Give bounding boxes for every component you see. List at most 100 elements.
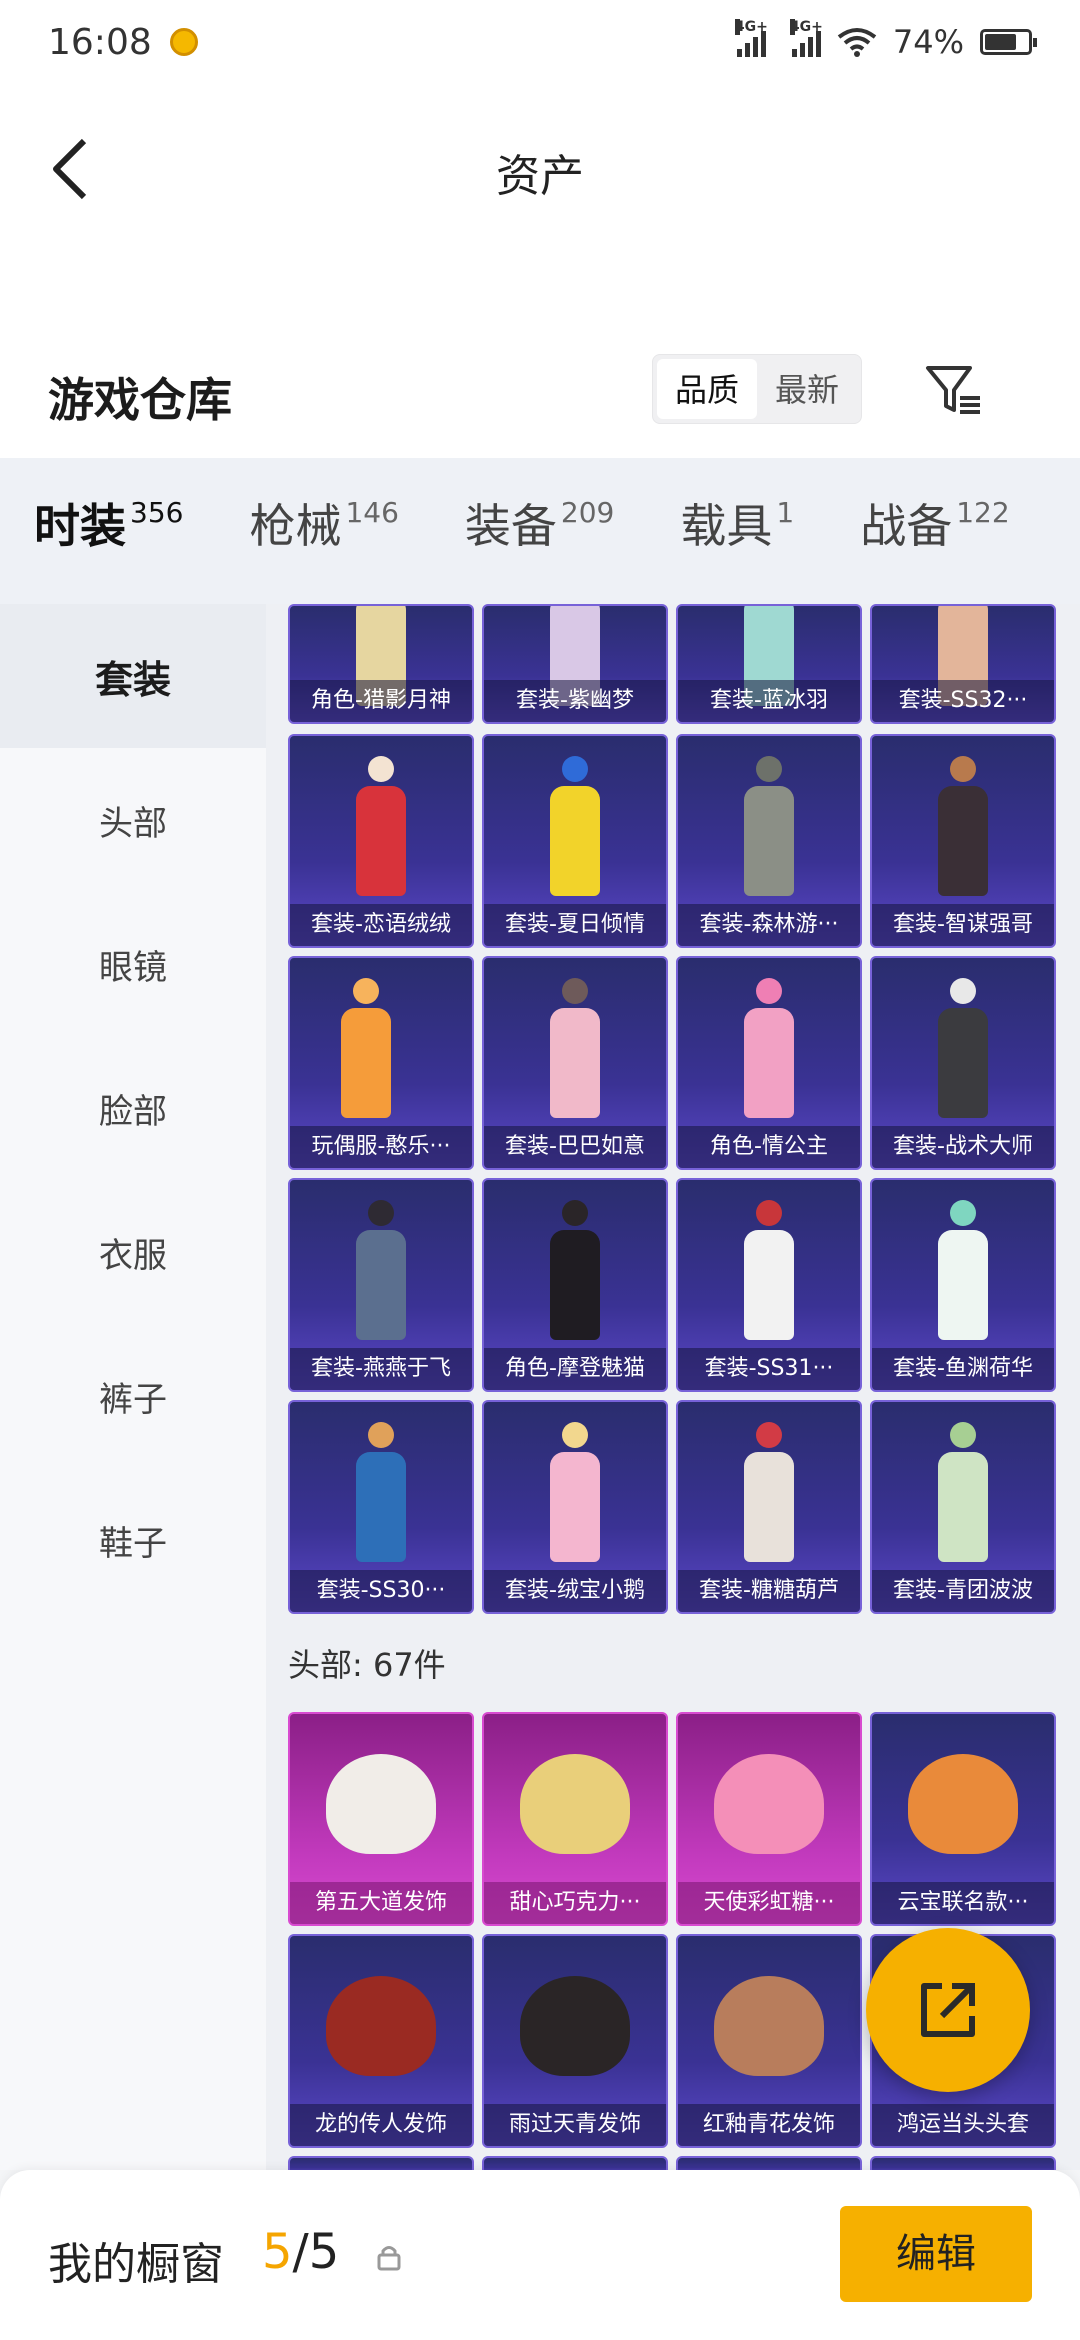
item-label: 角色-猎影月神 <box>290 680 472 722</box>
item-card[interactable] <box>676 2156 862 2170</box>
status-icons: 4G+ 4G+ 74% <box>734 19 1037 61</box>
item-image <box>540 756 610 906</box>
item-label: 鸿运当头头套 <box>872 2104 1054 2146</box>
item-card[interactable]: 套装-恋语绒绒 <box>288 734 474 948</box>
item-card[interactable]: 套装-SS32··· <box>870 604 1056 724</box>
item-label: 天使彩虹糖··· <box>678 1882 860 1924</box>
item-card[interactable]: 角色-情公主 <box>676 956 862 1170</box>
tab-vehicles[interactable]: 载具 1 <box>680 496 794 566</box>
item-card[interactable]: 套装-紫幽梦 <box>482 604 668 724</box>
share-button[interactable] <box>866 1928 1030 2092</box>
item-card[interactable]: 套装-燕燕于飞 <box>288 1178 474 1392</box>
item-image <box>908 1754 1018 1854</box>
item-image <box>346 1422 416 1572</box>
item-card[interactable]: 套装-巴巴如意 <box>482 956 668 1170</box>
showcase-count: 5/5 <box>262 2224 339 2280</box>
outfit-grid-partial: 角色-猎影月神 套装-紫幽梦 套装-蓝冰羽 套装-SS32··· <box>288 604 1056 724</box>
tab-count: 1 <box>776 496 795 529</box>
showcase-label: 我的橱窗 <box>48 2239 224 2290</box>
tab-count: 146 <box>345 496 399 529</box>
item-card[interactable]: 套装-战术大师 <box>870 956 1056 1170</box>
item-card[interactable]: 套装-森林游··· <box>676 734 862 948</box>
tab-guns[interactable]: 枪械 146 <box>249 496 398 566</box>
item-card[interactable]: 套装-鱼渊荷华 <box>870 1178 1056 1392</box>
item-card[interactable]: 套装-SS30··· <box>288 1400 474 1614</box>
item-card[interactable]: 甜心巧克力··· <box>482 1712 668 1926</box>
sort-quality-button[interactable]: 品质 <box>657 359 758 419</box>
item-label: 套装-鱼渊荷华 <box>872 1348 1054 1390</box>
item-label: 套装-恋语绒绒 <box>290 904 472 946</box>
head-group-label: 头部: 67件 <box>288 1646 446 1684</box>
item-label: 玩偶服-憨乐··· <box>290 1126 472 1168</box>
sidebar-item-clothes[interactable]: 衣服 <box>0 1180 266 1324</box>
item-card[interactable]: 云宝联名款··· <box>870 1712 1056 1926</box>
item-card[interactable]: 玩偶服-憨乐··· <box>288 956 474 1170</box>
sidebar-item-head[interactable]: 头部 <box>0 748 266 892</box>
lock-icon <box>377 2246 401 2271</box>
item-card[interactable]: 龙的传人发饰 <box>288 1934 474 2148</box>
item-card[interactable]: 套装-夏日倾情 <box>482 734 668 948</box>
item-card[interactable]: 套装-智谋强哥 <box>870 734 1056 948</box>
item-card[interactable]: 角色-摩登魅猫 <box>482 1178 668 1392</box>
item-image <box>714 1976 824 2076</box>
item-image <box>346 756 416 906</box>
item-card[interactable]: 天使彩虹糖··· <box>676 1712 862 1926</box>
item-card[interactable]: 套装-青团波波 <box>870 1400 1056 1614</box>
item-image <box>326 1976 436 2076</box>
status-time: 16:08 <box>48 21 152 63</box>
tab-label: 枪械 <box>249 499 342 553</box>
page-title: 资产 <box>496 151 584 202</box>
sidebar-item-pants[interactable]: 裤子 <box>0 1324 266 1468</box>
item-image <box>928 978 998 1128</box>
item-label: 雨过天青发饰 <box>484 2104 666 2146</box>
status-bar: 16:08 4G+ 4G+ 74% <box>0 0 1080 84</box>
item-image <box>928 1200 998 1350</box>
sidebar-item-glasses[interactable]: 眼镜 <box>0 892 266 1036</box>
item-label: 套装-巴巴如意 <box>484 1126 666 1168</box>
filter-icon[interactable] <box>924 354 984 424</box>
sidebar-item-shoes[interactable]: 鞋子 <box>0 1468 266 1612</box>
tab-equipment[interactable]: 装备 209 <box>465 496 614 566</box>
item-image <box>540 1200 610 1350</box>
item-card[interactable]: 套装-糖糖葫芦 <box>676 1400 862 1614</box>
outfit-grid: 套装-恋语绒绒 套装-夏日倾情 套装-森林游··· 套装-智谋强哥 玩偶服-憨乐… <box>288 734 1056 1614</box>
sidebar-item-suit[interactable]: 套装 <box>0 604 266 748</box>
battery-icon <box>980 29 1037 55</box>
item-label: 套装-夏日倾情 <box>484 904 666 946</box>
sort-toggle: 品质 最新 <box>652 354 863 424</box>
item-card[interactable] <box>288 2156 474 2170</box>
network-type-2: 4G+ <box>789 19 823 35</box>
item-card[interactable]: 第五大道发饰 <box>288 1712 474 1926</box>
section-header: 游戏仓库 品质 最新 <box>0 334 1080 458</box>
tab-fashion[interactable]: 时装 356 <box>34 496 184 614</box>
app-notification-icon <box>169 28 198 56</box>
item-card[interactable] <box>482 2156 668 2170</box>
item-label: 红釉青花发饰 <box>678 2104 860 2146</box>
tab-count: 356 <box>130 496 184 529</box>
item-label: 套装-紫幽梦 <box>484 680 666 722</box>
item-image <box>734 978 804 1128</box>
item-image <box>520 1754 630 1854</box>
item-card[interactable]: 角色-猎影月神 <box>288 604 474 724</box>
tab-label: 战备 <box>860 499 953 553</box>
sort-newest-button[interactable]: 最新 <box>757 359 857 419</box>
tab-supplies[interactable]: 战备 122 <box>860 496 1009 566</box>
item-card[interactable]: 红釉青花发饰 <box>676 1934 862 2148</box>
item-image <box>346 1200 416 1350</box>
sidebar-item-face[interactable]: 脸部 <box>0 1036 266 1180</box>
item-card[interactable]: 套装-绒宝小鹅 <box>482 1400 668 1614</box>
item-label: 龙的传人发饰 <box>290 2104 472 2146</box>
edit-button[interactable]: 编辑 <box>840 2206 1032 2302</box>
signal-icon-2: 4G+ <box>789 19 823 57</box>
item-label: 套装-SS30··· <box>290 1570 472 1612</box>
item-label: 套装-战术大师 <box>872 1126 1054 1168</box>
item-image <box>734 1200 804 1350</box>
item-image <box>734 1422 804 1572</box>
item-image <box>331 978 431 1128</box>
item-label: 套装-蓝冰羽 <box>678 680 860 722</box>
item-card[interactable] <box>870 2156 1056 2170</box>
showcase-bar: 我的橱窗 5/5 编辑 <box>0 2170 1080 2340</box>
item-card[interactable]: 套装-蓝冰羽 <box>676 604 862 724</box>
item-card[interactable]: 套装-SS31··· <box>676 1178 862 1392</box>
item-card[interactable]: 雨过天青发饰 <box>482 1934 668 2148</box>
